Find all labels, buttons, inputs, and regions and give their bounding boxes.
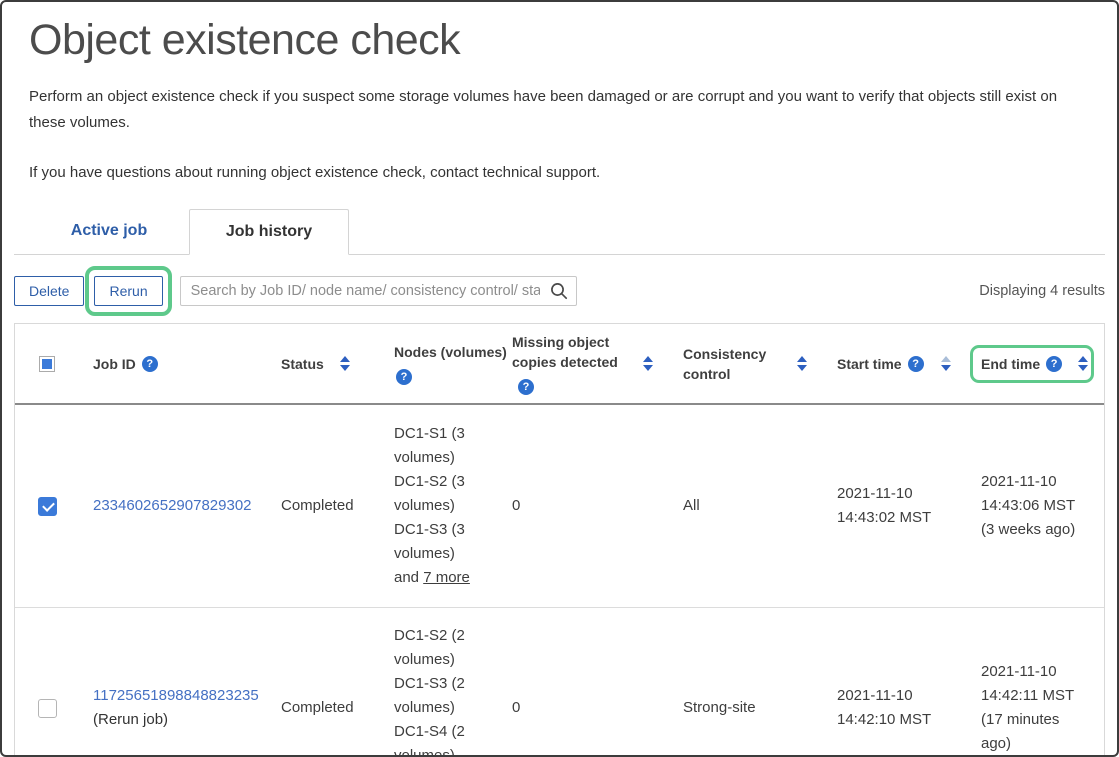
- consistency-sort-icon[interactable]: [795, 354, 809, 373]
- row1-job-id-cell: 2334602652907829302: [79, 405, 267, 607]
- row1-end-time-cell: 2021-11-10 14:43:06 MST (3 weeks ago): [967, 405, 1104, 607]
- row1-consistency: All: [683, 494, 700, 518]
- tab-active-job[interactable]: Active job: [29, 208, 189, 254]
- row2-checkbox[interactable]: [38, 699, 57, 718]
- row2-end-time-cell: 2021-11-10 14:42:11 MST (17 minutes ago): [967, 608, 1104, 757]
- header-cell-end-time: End time ?: [967, 324, 1104, 403]
- job-history-table: Job ID ? Status Nodes (volumes) ? Missin…: [14, 323, 1105, 757]
- row1-end-clock: 14:43:06 MST: [981, 494, 1075, 518]
- row1-start-date: 2021-11-10: [837, 482, 931, 506]
- start-time-help-icon[interactable]: ?: [908, 356, 924, 372]
- consistency-header-label: Consistency control: [683, 344, 775, 384]
- start-time-sort-icon[interactable]: [939, 354, 953, 373]
- row2-job-note: (Rerun job): [93, 708, 259, 732]
- header-cell-consistency: Consistency control: [669, 324, 823, 403]
- row1-checkbox[interactable]: [38, 497, 57, 516]
- header-cell-start-time: Start time ?: [823, 324, 967, 403]
- end-time-header-block: End time ?: [981, 354, 1090, 374]
- rerun-button[interactable]: Rerun: [94, 276, 162, 306]
- row2-node-2: DC1-S3 (2 volumes): [394, 672, 484, 720]
- row1-start-clock: 14:43:02 MST: [837, 506, 931, 530]
- row2-status-cell: Completed: [267, 608, 380, 757]
- missing-header-block: Missing object copies detected ?: [512, 332, 628, 395]
- row1-start-time-cell: 2021-11-10 14:43:02 MST: [823, 405, 967, 607]
- missing-header-label: Missing object copies detected: [512, 334, 618, 370]
- row1-checkbox-cell: [15, 405, 79, 607]
- row2-node-3: DC1-S4 (2 volumes): [394, 720, 484, 757]
- nodes-header-label: Nodes (volumes): [394, 344, 507, 360]
- intro-paragraph: Perform an object existence check if you…: [29, 84, 1077, 136]
- row1-status: Completed: [281, 494, 354, 518]
- tab-bar: Active job Job history: [14, 208, 1105, 255]
- end-time-help-icon[interactable]: ?: [1046, 356, 1062, 372]
- header-cell-job-id: Job ID ?: [79, 324, 267, 403]
- row1-nodes-cell: DC1-S1 (3 volumes) DC1-S2 (3 volumes) DC…: [380, 405, 498, 607]
- row1-consistency-cell: All: [669, 405, 823, 607]
- start-time-header-label: Start time: [837, 354, 902, 374]
- nodes-help-icon[interactable]: ?: [396, 369, 412, 385]
- page: Object existence check Perform an object…: [0, 0, 1119, 757]
- missing-sort-icon[interactable]: [641, 354, 655, 373]
- end-time-sort-icon[interactable]: [1076, 354, 1090, 373]
- row1-status-cell: Completed: [267, 405, 380, 607]
- row2-consistency-cell: Strong-site: [669, 608, 823, 757]
- row2-start-date: 2021-11-10: [837, 684, 931, 708]
- row2-end-date: 2021-11-10: [981, 660, 1090, 684]
- row2-job-id-link[interactable]: 11725651898848823235: [93, 687, 259, 704]
- row2-missing-cell: 0: [498, 608, 669, 757]
- row1-end-date: 2021-11-10: [981, 470, 1075, 494]
- table-row: 11725651898848823235 (Rerun job) Complet…: [15, 607, 1104, 757]
- support-paragraph: If you have questions about running obje…: [29, 160, 1077, 186]
- end-time-header-label: End time: [981, 354, 1040, 374]
- row2-status: Completed: [281, 696, 354, 720]
- table-header-row: Job ID ? Status Nodes (volumes) ? Missin…: [15, 324, 1104, 405]
- delete-button[interactable]: Delete: [14, 276, 84, 306]
- search-icon[interactable]: [549, 281, 569, 301]
- row2-nodes-cell: DC1-S2 (2 volumes) DC1-S3 (2 volumes) DC…: [380, 608, 498, 757]
- select-all-checkbox[interactable]: [39, 356, 55, 372]
- tab-job-history-label: Job history: [226, 223, 312, 241]
- row2-job-id-cell: 11725651898848823235 (Rerun job): [79, 608, 267, 757]
- row2-missing-count: 0: [512, 696, 520, 720]
- job-id-header-label: Job ID: [93, 354, 136, 374]
- row1-node-3: DC1-S3 (3 volumes): [394, 518, 484, 566]
- results-count: Displaying 4 results: [979, 283, 1105, 299]
- row1-more-nodes-link[interactable]: 7 more: [423, 569, 470, 586]
- job-id-help-icon[interactable]: ?: [142, 356, 158, 372]
- row2-checkbox-cell: [15, 608, 79, 757]
- checkbox-indeterminate-mark: [42, 359, 52, 369]
- row1-node-2: DC1-S2 (3 volumes): [394, 470, 484, 518]
- row2-start-time-cell: 2021-11-10 14:42:10 MST: [823, 608, 967, 757]
- status-header-label: Status: [281, 354, 324, 374]
- row1-missing-count: 0: [512, 494, 520, 518]
- row2-end-relative: (17 minutes ago): [981, 708, 1090, 756]
- search-field-wrap: [180, 276, 577, 306]
- row2-start-clock: 14:42:10 MST: [837, 708, 931, 732]
- header-cell-status: Status: [267, 324, 380, 403]
- page-title: Object existence check: [29, 14, 1087, 66]
- toolbar: Delete Rerun Displaying 4 results: [14, 275, 1105, 307]
- row1-missing-cell: 0: [498, 405, 669, 607]
- row1-job-id-link[interactable]: 2334602652907829302: [93, 497, 252, 514]
- row2-node-1: DC1-S2 (2 volumes): [394, 624, 484, 672]
- row1-end-relative: (3 weeks ago): [981, 518, 1075, 542]
- row1-more-prefix: and: [394, 569, 419, 586]
- tab-active-job-label: Active job: [71, 222, 147, 240]
- search-input[interactable]: [180, 276, 577, 306]
- header-cell-select-all: [15, 324, 79, 403]
- header-cell-nodes: Nodes (volumes) ?: [380, 324, 498, 403]
- nodes-header-block: Nodes (volumes) ?: [394, 342, 507, 385]
- row2-end-clock: 14:42:11 MST: [981, 684, 1090, 708]
- header-cell-missing: Missing object copies detected ?: [498, 324, 669, 403]
- missing-help-icon[interactable]: ?: [518, 379, 534, 395]
- rerun-button-wrap: Rerun: [94, 276, 162, 306]
- row1-node-1: DC1-S1 (3 volumes): [394, 422, 484, 470]
- row2-consistency: Strong-site: [683, 696, 756, 720]
- status-sort-icon[interactable]: [338, 354, 352, 373]
- tab-job-history[interactable]: Job history: [189, 209, 349, 255]
- table-row: 2334602652907829302 Completed DC1-S1 (3 …: [15, 405, 1104, 607]
